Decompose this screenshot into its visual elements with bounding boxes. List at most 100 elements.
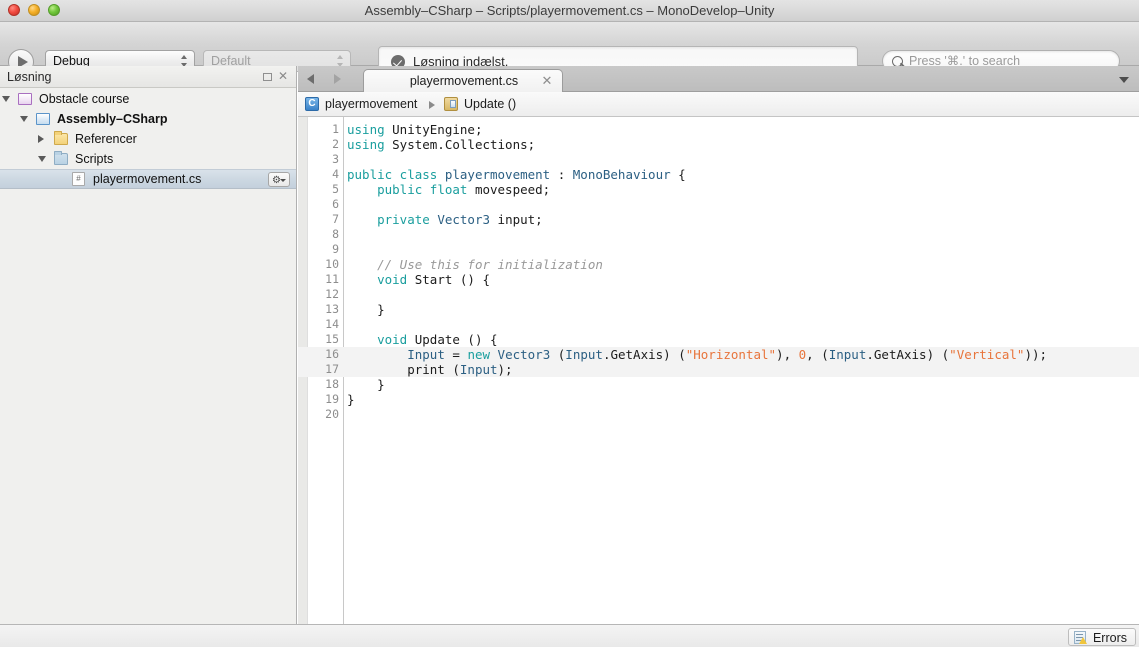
line-number: 5: [332, 182, 339, 196]
code-line[interactable]: 20: [298, 407, 1139, 422]
main-toolbar: Debug Default Løsning indælst. Press '⌘.…: [0, 22, 1139, 77]
chevron-down-icon[interactable]: [1119, 77, 1129, 83]
breadcrumb-class[interactable]: playermovement: [325, 92, 417, 116]
tree-item-options-button[interactable]: ⚙: [268, 172, 290, 187]
title-bar: Assembly–CSharp – Scripts/playermovement…: [0, 0, 1139, 22]
window-title: Assembly–CSharp – Scripts/playermovement…: [364, 3, 775, 18]
breadcrumb: C playermovement Update (): [298, 92, 1139, 117]
monodevelop-window: Assembly–CSharp – Scripts/playermovement…: [0, 0, 1139, 647]
navigate-forward-icon[interactable]: [334, 74, 341, 84]
bottom-status-bar: Errors: [0, 624, 1139, 647]
code-editor[interactable]: 1 using UnityEngine; 2 using System.Collect…: [298, 117, 1139, 624]
code-line[interactable]: 1 using UnityEngine;: [298, 122, 1139, 137]
code-line[interactable]: 2 using System.Collections;: [298, 137, 1139, 152]
folder-scripts-icon: [54, 151, 68, 165]
code-line[interactable]: 15 void Update () {: [298, 332, 1139, 347]
line-number: 18: [325, 377, 339, 391]
breadcrumb-separator-icon: [429, 101, 435, 109]
line-number: 7: [332, 212, 339, 226]
code-text: print (Input);: [347, 362, 513, 377]
tree-item-assembly-csharp[interactable]: Assembly–CSharp: [0, 109, 296, 129]
twisty-expanded-icon[interactable]: [2, 96, 10, 102]
code-text: Input = new Vector3 (Input.GetAxis) ("Ho…: [407, 347, 1048, 362]
close-icon[interactable]: ✕: [277, 68, 289, 84]
code-line[interactable]: 4 public class playermovement : MonoBehav…: [298, 167, 1139, 182]
code-line[interactable]: 11 void Start () {: [298, 272, 1139, 287]
code-line[interactable]: 19}: [298, 392, 1139, 407]
close-tab-icon[interactable]: ✕: [540, 72, 554, 90]
code-line[interactable]: 14: [298, 317, 1139, 332]
code-text: using UnityEngine;: [347, 122, 483, 137]
tree-item-playermovement-cs[interactable]: # playermovement.cs ⚙: [0, 169, 296, 189]
tree-item-label: Referencer: [75, 132, 137, 146]
code-line[interactable]: 9: [298, 242, 1139, 257]
solution-pad-title: Løsning: [7, 70, 52, 84]
tree-item-scripts[interactable]: Scripts: [0, 149, 296, 169]
line-number: 17: [325, 362, 339, 376]
solution-pad: Løsning ✕ Obstacle course Assembly–CSharp…: [0, 66, 297, 624]
tree-item-obstacle-course[interactable]: Obstacle course: [0, 89, 296, 109]
code-text: public float movespeed;: [377, 182, 551, 197]
code-line[interactable]: 18 }: [298, 377, 1139, 392]
tab-label: playermovement.cs: [409, 74, 519, 88]
code-lines: 1 using UnityEngine; 2 using System.Collect…: [298, 122, 1139, 422]
code-line[interactable]: 12: [298, 287, 1139, 302]
document-tab-bar: playermovement.cs ✕: [298, 66, 1139, 92]
file-cs-icon: #: [72, 172, 85, 186]
code-text: void Start () {: [377, 272, 491, 287]
folder-ref-icon: [54, 131, 68, 145]
dock-icon[interactable]: [263, 73, 272, 81]
code-line[interactable]: 3: [298, 152, 1139, 167]
code-line[interactable]: 13 }: [298, 302, 1139, 317]
line-number: 10: [325, 257, 339, 271]
twisty-expanded-icon[interactable]: [20, 116, 28, 122]
line-number: 2: [332, 137, 339, 151]
line-number: 19: [325, 392, 339, 406]
project-icon: [36, 113, 50, 125]
code-text: private Vector3 input;: [377, 212, 543, 227]
solution-pad-header: Løsning ✕: [0, 66, 296, 88]
tree-item-referencer[interactable]: Referencer: [0, 129, 296, 149]
line-number: 12: [325, 287, 339, 301]
code-text: }: [347, 392, 355, 407]
code-line[interactable]: 17 print (Input);: [298, 362, 1139, 377]
tab-playermovement-cs[interactable]: playermovement.cs ✕: [363, 69, 563, 92]
code-line[interactable]: 16 Input = new Vector3 (Input.GetAxis) (…: [298, 347, 1139, 362]
tree-item-label: playermovement.cs: [93, 172, 202, 186]
line-number: 6: [332, 197, 339, 211]
navigate-back-icon[interactable]: [307, 74, 314, 84]
tree-item-label: Assembly–CSharp: [57, 112, 168, 126]
line-number: 16: [325, 347, 339, 361]
chevron-down-icon: [280, 179, 286, 182]
twisty-collapsed-icon[interactable]: [38, 135, 44, 143]
line-number: 3: [332, 152, 339, 166]
tree-item-label: Scripts: [75, 152, 114, 166]
code-text: void Update () {: [377, 332, 498, 347]
line-number: 15: [325, 332, 339, 346]
line-number: 1: [332, 122, 339, 136]
editor-area: playermovement.cs ✕ C playermovement Upd…: [298, 66, 1139, 624]
line-number: 4: [332, 167, 339, 181]
solution-icon: [18, 93, 32, 105]
solution-tree: Obstacle course Assembly–CSharp Referencer…: [0, 89, 296, 189]
code-line[interactable]: 8: [298, 227, 1139, 242]
line-number: 9: [332, 242, 339, 256]
twisty-expanded-icon[interactable]: [38, 156, 46, 162]
line-number: 11: [325, 272, 339, 286]
class-icon: C: [305, 97, 319, 111]
code-text: }: [347, 302, 385, 317]
code-line[interactable]: 6: [298, 197, 1139, 212]
code-line[interactable]: 5 public float movespeed;: [298, 182, 1139, 197]
code-line[interactable]: 7 private Vector3 input;: [298, 212, 1139, 227]
code-text: // Use this for initialization: [377, 257, 603, 272]
line-number: 13: [325, 302, 339, 316]
code-line[interactable]: 10 // Use this for initialization: [298, 257, 1139, 272]
errors-label: Errors: [1092, 631, 1127, 645]
breadcrumb-member[interactable]: Update (): [464, 92, 516, 116]
method-icon: [444, 97, 458, 111]
code-text: using System.Collections;: [347, 137, 536, 152]
errors-button[interactable]: Errors: [1067, 628, 1136, 646]
line-number: 20: [325, 407, 339, 421]
tree-item-label: Obstacle course: [39, 92, 130, 106]
errors-icon: [1073, 631, 1087, 644]
